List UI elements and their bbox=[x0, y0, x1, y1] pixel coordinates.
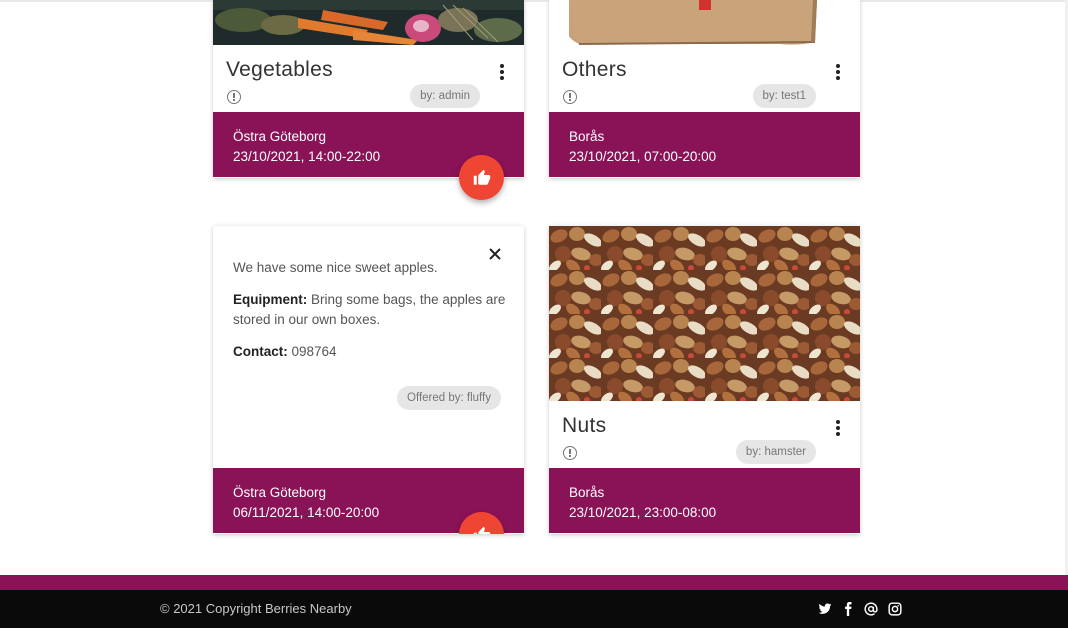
listing-card-vegetables: Vegetables by: admin Östra Göteborg 23/1… bbox=[213, 0, 524, 178]
offered-by-chip: Offered by: fluffy bbox=[397, 386, 501, 410]
copyright-text: © 2021 Copyright Berries Nearby bbox=[160, 601, 352, 616]
contact-label: Contact: bbox=[233, 344, 288, 359]
cardboard-box-image bbox=[549, 0, 860, 45]
nuts-image bbox=[549, 226, 860, 401]
footer-brand-band bbox=[0, 575, 1068, 590]
contact-value: 098764 bbox=[291, 344, 337, 359]
vegetables-image bbox=[213, 0, 524, 45]
like-button[interactable] bbox=[459, 155, 504, 200]
more-options-icon[interactable] bbox=[498, 63, 506, 81]
info-icon[interactable] bbox=[227, 90, 241, 104]
facebook-icon[interactable] bbox=[841, 602, 855, 616]
location-text: Östra Göteborg bbox=[233, 485, 327, 500]
info-icon[interactable] bbox=[563, 446, 577, 460]
more-options-icon[interactable] bbox=[834, 419, 842, 437]
card-title: Nuts bbox=[562, 414, 607, 437]
more-options-icon[interactable] bbox=[834, 63, 842, 81]
location-text: Borås bbox=[569, 129, 605, 144]
listing-card-details: We have some nice sweet apples. Equipmen… bbox=[213, 226, 524, 534]
datetime-text: 23/10/2021, 07:00-20:00 bbox=[569, 149, 717, 164]
datetime-text: 23/10/2021, 23:00-08:00 bbox=[569, 505, 717, 520]
contact-text: Contact: 098764 bbox=[233, 342, 513, 362]
card-title: Vegetables bbox=[226, 58, 333, 81]
location-text: Borås bbox=[569, 485, 605, 500]
equipment-label: Equipment: bbox=[233, 292, 308, 307]
listing-card-others: Others by: test1 Borås 23/10/2021, 07:00… bbox=[549, 0, 860, 178]
equipment-text: Equipment: Bring some bags, the apples a… bbox=[233, 290, 513, 330]
instagram-icon[interactable] bbox=[888, 602, 902, 616]
description-text: We have some nice sweet apples. bbox=[233, 260, 438, 275]
twitter-icon[interactable] bbox=[818, 602, 832, 616]
info-icon[interactable] bbox=[563, 90, 577, 104]
location-text: Östra Göteborg bbox=[233, 129, 327, 144]
site-footer: © 2021 Copyright Berries Nearby bbox=[0, 590, 1068, 628]
listing-card-nuts: Nuts by: hamster Borås 23/10/2021, 23:00… bbox=[549, 226, 860, 534]
author-chip: by: admin bbox=[410, 84, 480, 108]
author-chip: by: test1 bbox=[752, 84, 816, 108]
card-title: Others bbox=[562, 58, 627, 81]
card-footer: Borås 23/10/2021, 23:00-08:00 bbox=[549, 468, 860, 533]
thumbs-up-icon bbox=[473, 169, 490, 185]
thumbs-up-icon bbox=[473, 526, 490, 534]
page-top-border bbox=[0, 0, 1068, 2]
author-chip: by: hamster bbox=[735, 440, 816, 464]
at-icon[interactable] bbox=[864, 602, 878, 616]
card-footer: Borås 23/10/2021, 07:00-20:00 bbox=[549, 112, 860, 177]
